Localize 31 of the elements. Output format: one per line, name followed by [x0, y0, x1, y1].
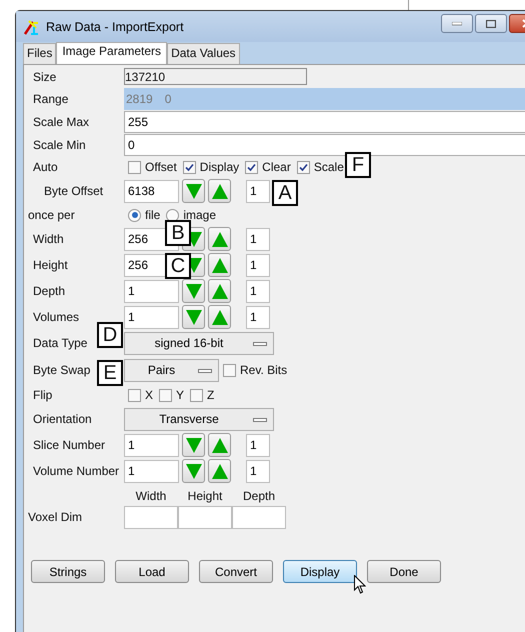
range-value: 0	[164, 92, 172, 106]
field-label: Height	[33, 258, 68, 272]
field-label: Size	[33, 70, 56, 84]
field-label: once per	[28, 208, 75, 222]
callout-tooltip: A	[272, 180, 298, 206]
callout-tooltip: F	[345, 152, 371, 178]
field-label: Auto	[33, 160, 58, 174]
callout-tooltip: C	[165, 253, 191, 279]
field-label: Scale Min	[33, 138, 86, 152]
field-label: Depth	[33, 284, 66, 298]
callout-tooltip: E	[97, 360, 123, 386]
field-label: Scale Max	[33, 114, 90, 128]
field-label: Byte Offset	[44, 184, 104, 198]
field-label: Orientation	[33, 412, 92, 426]
column-label: Width	[134, 488, 168, 502]
readonly-field: 137210	[124, 68, 307, 85]
column-label: Depth	[242, 488, 276, 502]
field-label: Range	[33, 92, 68, 106]
field-label: Data Type	[33, 336, 88, 350]
range-value: 2819	[126, 92, 153, 106]
field-label: Byte Swap	[33, 363, 90, 377]
field-label: Volumes	[33, 310, 80, 324]
field-label: Slice Number	[33, 438, 106, 452]
field-label: Volume Number	[33, 464, 120, 478]
column-label: Height	[186, 488, 224, 502]
field-label: Width	[33, 232, 64, 246]
callout-tooltip: D	[97, 322, 123, 348]
field-label: Voxel Dim	[27, 510, 84, 524]
callout-tooltip: B	[165, 220, 191, 246]
window-title: Raw Data - ImportExport	[46, 20, 184, 34]
field-label: Flip	[33, 388, 52, 402]
